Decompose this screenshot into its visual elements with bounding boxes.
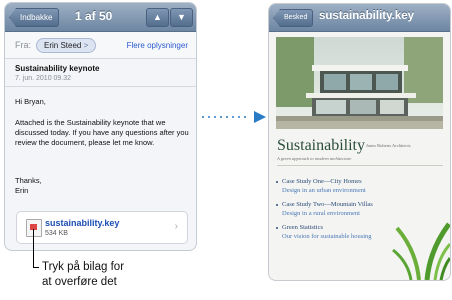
arrow-head-icon xyxy=(254,111,266,123)
message-date: 7. jun. 2010 09.32 xyxy=(15,75,72,82)
header-divider xyxy=(5,86,196,87)
attachment-size: 534 KB xyxy=(45,230,68,237)
house-photo xyxy=(276,37,443,129)
signature-text: Erin xyxy=(15,186,29,195)
message-subject: Sustainability keynote xyxy=(15,64,100,73)
document-viewer-screen: Besked sustainability.key Sustainability… xyxy=(268,3,451,281)
next-message-button[interactable]: ▼ xyxy=(170,8,193,27)
from-label: Fra: xyxy=(15,40,32,50)
arrow-dot xyxy=(214,116,216,118)
arrow-dot xyxy=(244,116,246,118)
attachment-item[interactable]: sustainability.key 534 KB › xyxy=(16,211,188,244)
grass-decoration xyxy=(392,222,450,280)
mail-message-screen: Indbakke 1 af 50 ▲ ▼ Fra: Erin Steed > F… xyxy=(4,2,197,251)
document-byline: Jones Roberts Architects xyxy=(366,143,411,148)
arrow-dot xyxy=(202,116,204,118)
arrow-dot xyxy=(238,116,240,118)
message-counter: 1 af 50 xyxy=(75,9,113,23)
outline-item: Case Study One—City Homes Design in an u… xyxy=(276,178,397,194)
outline-item-title: Case Study One—City Homes xyxy=(282,178,362,185)
bullet-icon xyxy=(276,204,278,206)
attachment-name: sustainability.key xyxy=(45,218,120,228)
arrow-dot xyxy=(208,116,210,118)
closing-text: Thanks, xyxy=(15,176,42,185)
body-paragraph: Attached is the Sustainability keynote t… xyxy=(15,118,189,147)
chevron-right-icon: > xyxy=(83,41,89,50)
callout-leader-line xyxy=(33,229,34,268)
document-subtitle: A green approach to modern architecture xyxy=(277,156,352,161)
keynote-file-icon xyxy=(26,219,42,237)
viewer-navigation-bar: Besked sustainability.key xyxy=(269,4,450,32)
up-arrow-icon: ▲ xyxy=(153,12,162,22)
sender-chip[interactable]: Erin Steed > xyxy=(36,38,97,53)
bullet-icon xyxy=(276,227,278,229)
callout-line-2: at overføre det xyxy=(42,276,117,288)
bullet-icon xyxy=(276,181,278,183)
previous-message-button[interactable]: ▲ xyxy=(146,8,169,27)
arrow-dot xyxy=(232,116,234,118)
inbox-back-button[interactable]: Indbakke xyxy=(9,8,60,27)
callout-line-1: Tryk på bilag for xyxy=(42,261,125,273)
down-arrow-icon: ▼ xyxy=(177,12,186,22)
greeting-text: Hi Bryan, xyxy=(15,97,46,106)
message-back-button[interactable]: Besked xyxy=(273,9,314,27)
mail-navigation-bar: Indbakke 1 af 50 ▲ ▼ xyxy=(5,3,196,32)
callout-leader-tick xyxy=(33,267,39,268)
more-details-link[interactable]: Flere oplysninger xyxy=(127,41,188,50)
arrow-dot xyxy=(220,116,222,118)
outline-item-description: Design in an urban environment xyxy=(282,187,366,194)
chevron-right-icon: › xyxy=(174,221,178,232)
from-row: Fra: Erin Steed > Flere oplysninger xyxy=(5,32,196,59)
document-heading: Sustainability xyxy=(277,137,365,154)
sender-name: Erin Steed xyxy=(44,41,82,50)
document-divider xyxy=(277,165,443,166)
outline-item-title: Case Study Two—Mountain Villas xyxy=(282,201,373,208)
arrow-dot xyxy=(226,116,228,118)
callout-caption: Tryk på bilag for at overføre det xyxy=(42,260,124,290)
document-filename-title: sustainability.key xyxy=(319,10,415,22)
